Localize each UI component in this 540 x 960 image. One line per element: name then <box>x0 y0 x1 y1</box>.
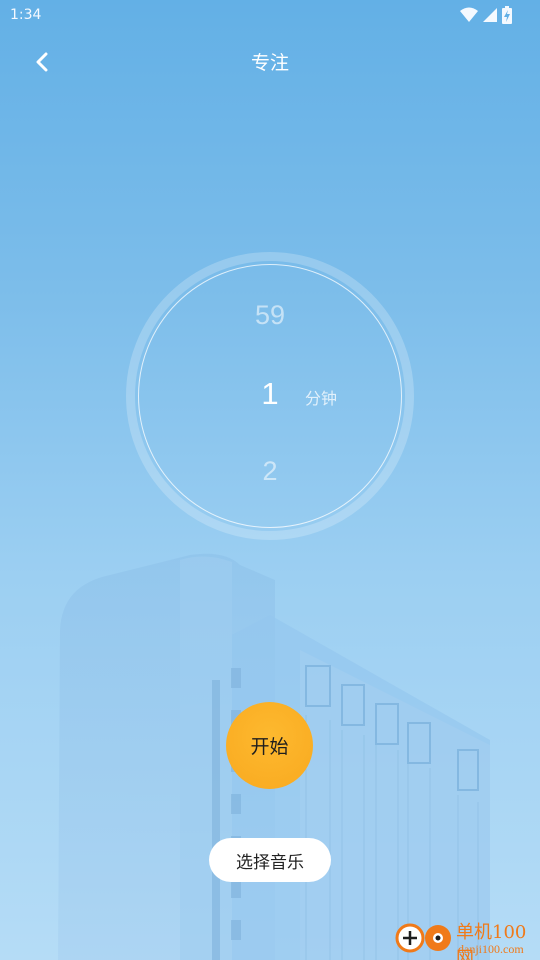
cellular-signal-icon <box>483 8 497 22</box>
minute-option-selected[interactable]: 1 <box>126 376 414 412</box>
start-button[interactable]: 开始 <box>226 702 313 789</box>
battery-charging-icon <box>502 6 512 24</box>
watermark: 单机100网 danji100.com <box>390 916 540 960</box>
start-button-label: 开始 <box>250 736 289 758</box>
choose-music-label: 选择音乐 <box>236 852 304 873</box>
choose-music-button[interactable]: 选择音乐 <box>209 838 331 882</box>
status-icons <box>460 6 512 24</box>
minute-option-next[interactable]: 2 <box>126 456 414 487</box>
status-time: 1:34 <box>10 7 42 23</box>
minute-unit-label: 分钟 <box>305 389 338 408</box>
minute-option-prev[interactable]: 59 <box>126 300 414 331</box>
status-bar: 1:34 <box>0 0 540 32</box>
watermark-url: danji100.com <box>458 942 524 956</box>
page-title: 专注 <box>250 52 289 74</box>
app-bar: 专注 <box>0 32 540 88</box>
wifi-icon <box>460 7 478 22</box>
watermark-logo-icon <box>395 923 451 953</box>
timer-dial[interactable]: 59 1 分钟 2 <box>126 252 414 540</box>
